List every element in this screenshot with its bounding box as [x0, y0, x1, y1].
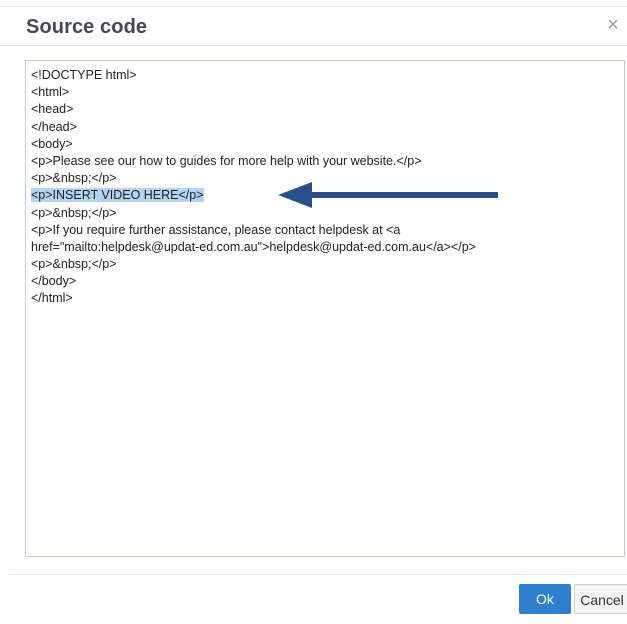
footer-divider: [10, 574, 627, 575]
source-code-textarea[interactable]: <!DOCTYPE html> <html> <head> </head> <b…: [25, 60, 625, 557]
ok-button[interactable]: Ok: [519, 584, 571, 614]
code-line: </head>: [31, 119, 77, 134]
code-line: <head>: [31, 102, 74, 117]
code-line: href="mailto:helpdesk@updat-ed.com.au">h…: [31, 239, 476, 254]
arrow-left-icon: [278, 182, 498, 208]
code-line: </html>: [31, 291, 73, 306]
code-line: <body>: [31, 136, 73, 151]
code-line: <p>&nbsp;</p>: [31, 257, 117, 272]
code-line: <html>: [31, 85, 70, 100]
close-icon[interactable]: ×: [603, 13, 623, 37]
code-line: <p>If you require further assistance, pl…: [31, 222, 401, 237]
source-code-dialog: Source code × <!DOCTYPE html> <html> <he…: [0, 0, 627, 624]
code-line: <p>Please see our how to guides for more…: [31, 153, 422, 168]
dialog-title: Source code: [26, 16, 148, 38]
code-line: <!DOCTYPE html>: [31, 68, 137, 82]
code-line: </body>: [31, 274, 77, 289]
dialog-header: Source code ×: [0, 7, 627, 46]
cancel-button[interactable]: Cancel: [574, 584, 627, 614]
